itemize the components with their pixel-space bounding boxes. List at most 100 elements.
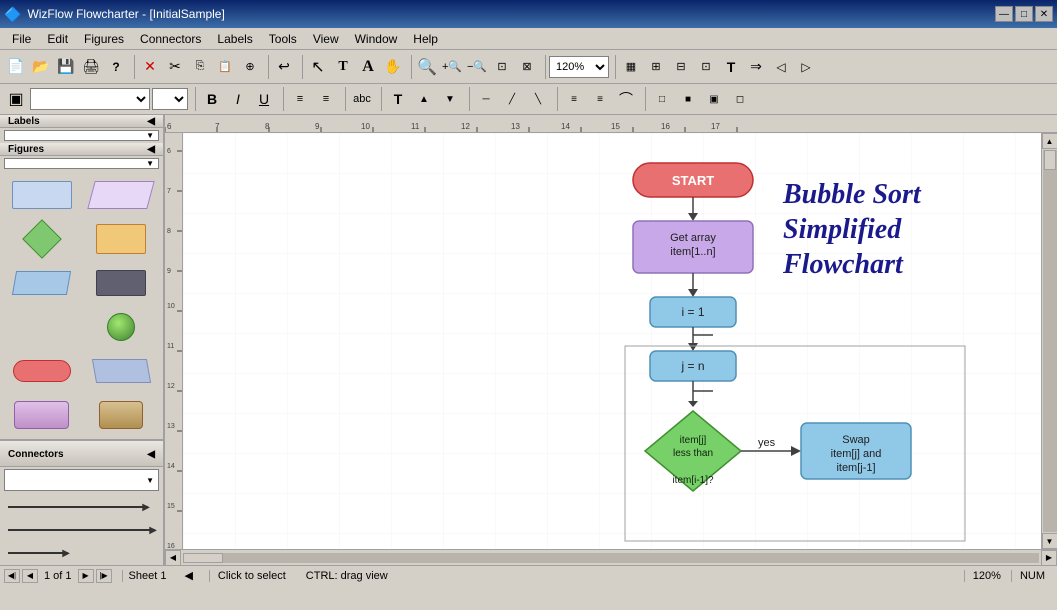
first-page-button[interactable]: ◀|: [4, 569, 20, 583]
delete-button[interactable]: ✕: [138, 55, 162, 79]
connector-style1[interactable]: ⌒: [614, 87, 638, 111]
zoom-in2-button[interactable]: +🔍: [440, 55, 464, 79]
connectors-header[interactable]: Connectors ◀: [0, 441, 163, 467]
figures-header[interactable]: Figures ◀: [0, 143, 163, 156]
undo-button[interactable]: ↩: [272, 55, 296, 79]
effect-btn4[interactable]: ◻: [728, 87, 752, 111]
scroll-thumb-h[interactable]: [183, 553, 223, 563]
next-button[interactable]: ▷: [794, 55, 818, 79]
fit-page-button[interactable]: ⊠: [515, 55, 539, 79]
cut-button[interactable]: ✂: [163, 55, 187, 79]
text3-button[interactable]: T: [719, 55, 743, 79]
zoom-select[interactable]: 50% 75% 100% 120% 150% 200%: [549, 56, 609, 78]
text2-button[interactable]: A: [356, 55, 380, 79]
connectors-dropdown[interactable]: [4, 469, 159, 491]
shape-dark-rect[interactable]: [84, 263, 160, 303]
size-select[interactable]: [152, 88, 188, 110]
shape-parallelogram[interactable]: [84, 175, 160, 215]
new-button[interactable]: 📄: [4, 55, 28, 79]
menu-window[interactable]: Window: [347, 30, 406, 48]
scroll-down-button[interactable]: ▼: [1042, 533, 1057, 549]
scroll-right-button[interactable]: ▶: [1041, 550, 1057, 566]
connector-item-1[interactable]: ▶: [4, 497, 159, 517]
line-style2[interactable]: ╱: [500, 87, 524, 111]
menu-help[interactable]: Help: [405, 30, 446, 48]
prev-button[interactable]: ◁: [769, 55, 793, 79]
list-btn2[interactable]: ≡: [588, 87, 612, 111]
prev-page-button[interactable]: ◀: [22, 569, 38, 583]
help-button[interactable]: ?: [104, 55, 128, 79]
scroll-h-btn[interactable]: ◀: [180, 569, 196, 582]
menu-edit[interactable]: Edit: [39, 30, 76, 48]
dist-button[interactable]: ⊡: [694, 55, 718, 79]
menu-file[interactable]: File: [4, 30, 39, 48]
zoom-out-button[interactable]: −🔍: [465, 55, 489, 79]
horizontal-scrollbar[interactable]: ◀ ▶: [165, 549, 1057, 565]
menu-connectors[interactable]: Connectors: [132, 30, 209, 48]
close-button[interactable]: ✕: [1035, 6, 1053, 22]
connector-item-3[interactable]: ▶: [4, 543, 159, 563]
shape-rect-blue[interactable]: [4, 175, 80, 215]
italic-button[interactable]: I: [226, 87, 250, 111]
labels-header[interactable]: Labels ◀: [0, 115, 163, 128]
print-button[interactable]: 🖨: [79, 55, 103, 79]
align-button[interactable]: ⊟: [669, 55, 693, 79]
connector-item-2[interactable]: ▶: [4, 520, 159, 540]
next-page-button[interactable]: ▶: [78, 569, 94, 583]
conn-button[interactable]: ⇒: [744, 55, 768, 79]
minimize-button[interactable]: —: [995, 6, 1013, 22]
shape-skew2[interactable]: [84, 351, 160, 391]
effect-btn3[interactable]: ▣: [702, 87, 726, 111]
vertical-scrollbar[interactable]: ▲ ▼: [1041, 133, 1057, 549]
font-down[interactable]: ▼: [438, 87, 462, 111]
copy-button[interactable]: ⎘: [188, 55, 212, 79]
zoom-in-button[interactable]: 🔍: [415, 55, 439, 79]
format-icon[interactable]: ▣: [4, 87, 28, 111]
shape-cylinder[interactable]: [84, 395, 160, 435]
canvas[interactable]: Bubble Sort Simplified Flowchart START G…: [183, 133, 1041, 549]
special-button[interactable]: ⊕: [238, 55, 262, 79]
shape-wave-blue[interactable]: [4, 307, 80, 347]
line-style3[interactable]: ╲: [526, 87, 550, 111]
underline-button[interactable]: U: [252, 87, 276, 111]
menu-figures[interactable]: Figures: [76, 30, 132, 48]
align-left-button[interactable]: ≡: [288, 87, 312, 111]
save-button[interactable]: 💾: [54, 55, 78, 79]
shape-skew-blue[interactable]: [4, 263, 80, 303]
snap-button[interactable]: ⊞: [644, 55, 668, 79]
shape-green-circle[interactable]: [84, 307, 160, 347]
menu-view[interactable]: View: [305, 30, 347, 48]
scroll-left-button[interactable]: ◀: [165, 550, 181, 566]
last-page-button[interactable]: |▶: [96, 569, 112, 583]
font-select[interactable]: [30, 88, 150, 110]
bold-button[interactable]: B: [200, 87, 224, 111]
effect-btn2[interactable]: ■: [676, 87, 700, 111]
scroll-up-button[interactable]: ▲: [1042, 133, 1057, 149]
shape-purple-rect[interactable]: [4, 395, 80, 435]
scroll-track-h[interactable]: [183, 553, 1039, 563]
scroll-thumb-v[interactable]: [1044, 150, 1056, 170]
scroll-track-v[interactable]: [1043, 150, 1057, 532]
abc-button[interactable]: abc: [350, 87, 374, 111]
text-button[interactable]: T: [331, 55, 355, 79]
maximize-button[interactable]: □: [1015, 6, 1033, 22]
font-up[interactable]: ▲: [412, 87, 436, 111]
font-size-icon[interactable]: T: [386, 87, 410, 111]
align-center-button[interactable]: ≡: [314, 87, 338, 111]
grid-button[interactable]: ▦: [619, 55, 643, 79]
select-button[interactable]: ↖: [306, 55, 330, 79]
open-button[interactable]: 📂: [29, 55, 53, 79]
hand-button[interactable]: ✋: [381, 55, 405, 79]
fit-button[interactable]: ⊡: [490, 55, 514, 79]
menu-labels[interactable]: Labels: [209, 30, 260, 48]
figures-dropdown[interactable]: [4, 158, 159, 169]
line-style1[interactable]: ─: [474, 87, 498, 111]
shape-orange-rect[interactable]: [84, 219, 160, 259]
menu-tools[interactable]: Tools: [261, 30, 305, 48]
shape-red-stadium[interactable]: [4, 351, 80, 391]
labels-dropdown[interactable]: [4, 130, 159, 141]
effect-btn1[interactable]: □: [650, 87, 674, 111]
shape-diamond[interactable]: [4, 219, 80, 259]
paste-button[interactable]: 📋: [213, 55, 237, 79]
list-btn1[interactable]: ≡: [562, 87, 586, 111]
